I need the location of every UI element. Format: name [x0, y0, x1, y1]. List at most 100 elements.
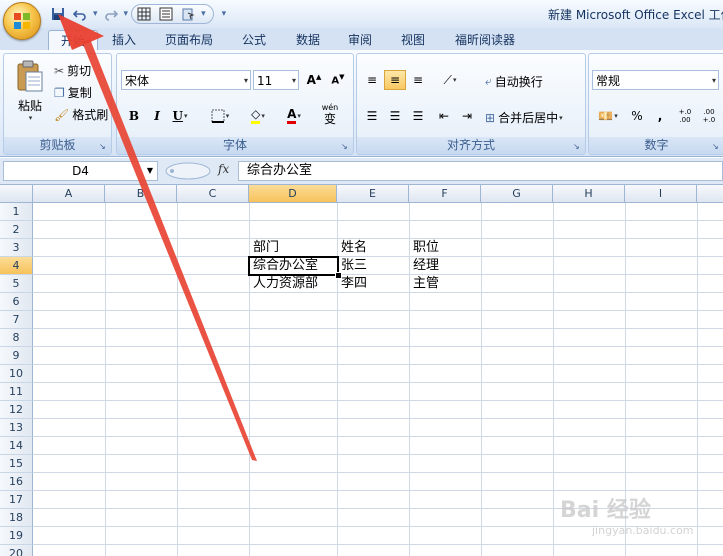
- percent-button[interactable]: %: [626, 106, 648, 126]
- undo-dropdown-icon[interactable]: ▾: [93, 9, 98, 19]
- align-bottom-button[interactable]: ≡: [407, 70, 429, 90]
- row-header-7[interactable]: 7: [0, 311, 33, 329]
- customize-qat-icon[interactable]: ▾: [222, 9, 227, 19]
- office-button[interactable]: [3, 2, 41, 40]
- bold-button[interactable]: B: [123, 106, 145, 126]
- insert-function-button[interactable]: fx: [218, 162, 229, 176]
- phonetic-button[interactable]: wén 变: [313, 102, 347, 128]
- column-header-d[interactable]: D: [249, 185, 337, 203]
- row-header-10[interactable]: 10: [0, 365, 33, 383]
- decrease-indent-button[interactable]: ⇤: [433, 106, 455, 126]
- paste-dropdown-icon[interactable]: ▾: [29, 114, 33, 122]
- formula-bar-handle-icon[interactable]: [162, 161, 212, 181]
- row-header-19[interactable]: 19: [0, 527, 33, 545]
- font-size-select[interactable]: 11 ▾: [253, 70, 299, 90]
- tab-formulas[interactable]: 公式: [234, 30, 274, 50]
- row-header-17[interactable]: 17: [0, 491, 33, 509]
- align-right-button[interactable]: ☰: [407, 106, 429, 126]
- merge-center-button[interactable]: ⊞ 合并后居中 ▾: [485, 109, 563, 126]
- increase-decimal-button[interactable]: +.0 .00: [673, 106, 697, 126]
- redo-dropdown-icon[interactable]: ▾: [124, 9, 129, 19]
- row-header-4[interactable]: 4: [0, 257, 33, 275]
- increase-indent-button[interactable]: ⇥: [456, 106, 478, 126]
- underline-button[interactable]: U ▾: [169, 106, 191, 126]
- select-all-corner[interactable]: [0, 185, 33, 203]
- row-header-11[interactable]: 11: [0, 383, 33, 401]
- formula-input[interactable]: 综合办公室: [238, 161, 723, 181]
- column-header-h[interactable]: H: [553, 185, 625, 203]
- tab-page-layout[interactable]: 页面布局: [158, 30, 220, 50]
- cut-button[interactable]: ✂ 剪切: [54, 62, 91, 79]
- cell-f3[interactable]: 职位: [410, 239, 439, 257]
- align-icon[interactable]: [156, 4, 176, 24]
- grow-font-button[interactable]: A▲: [303, 70, 325, 90]
- italic-button[interactable]: I: [146, 106, 168, 126]
- alignment-launcher-icon[interactable]: ↘: [573, 142, 582, 151]
- row-header-13[interactable]: 13: [0, 419, 33, 437]
- wrap-text-button[interactable]: ⤶ 自动换行: [485, 73, 543, 90]
- row-header-3[interactable]: 3: [0, 239, 33, 257]
- row-header-18[interactable]: 18: [0, 509, 33, 527]
- row-header-8[interactable]: 8: [0, 329, 33, 347]
- row-header-14[interactable]: 14: [0, 437, 33, 455]
- align-center-button[interactable]: ☰: [384, 106, 406, 126]
- shrink-font-button[interactable]: A▼: [327, 70, 349, 90]
- touch-icon[interactable]: [178, 4, 198, 24]
- clipboard-launcher-icon[interactable]: ↘: [99, 142, 108, 151]
- tab-foxit-reader[interactable]: 福昕阅读器: [447, 30, 523, 50]
- paste-button[interactable]: 粘贴 ▾: [10, 59, 50, 122]
- tab-view[interactable]: 视图: [393, 30, 433, 50]
- decrease-decimal-button[interactable]: .00 +.0: [697, 106, 721, 126]
- cell-e5[interactable]: 李四: [338, 275, 367, 293]
- column-header-g[interactable]: G: [481, 185, 553, 203]
- cell-e3[interactable]: 姓名: [338, 239, 367, 257]
- column-header-i[interactable]: I: [625, 185, 697, 203]
- name-box[interactable]: D4 ▼: [3, 161, 158, 181]
- row-header-16[interactable]: 16: [0, 473, 33, 491]
- comma-button[interactable]: ,: [649, 106, 671, 126]
- number-launcher-icon[interactable]: ↘: [712, 142, 721, 151]
- font-color-button[interactable]: A ▾: [277, 106, 311, 126]
- column-header-e[interactable]: E: [337, 185, 409, 203]
- column-header-next[interactable]: [697, 185, 723, 203]
- cell-d3[interactable]: 部门: [250, 239, 279, 257]
- tab-home[interactable]: 开始: [48, 30, 98, 51]
- row-header-2[interactable]: 2: [0, 221, 33, 239]
- font-launcher-icon[interactable]: ↘: [341, 142, 350, 151]
- orientation-button[interactable]: ⟋ ▾: [435, 70, 465, 90]
- align-top-button[interactable]: ≡: [361, 70, 383, 90]
- row-header-1[interactable]: 1: [0, 203, 33, 221]
- row-header-5[interactable]: 5: [0, 275, 33, 293]
- borders-icon[interactable]: [134, 4, 154, 24]
- cell-e4[interactable]: 张三: [338, 257, 367, 275]
- borders-button[interactable]: ▾: [203, 106, 237, 126]
- cell-f5[interactable]: 主管: [410, 275, 439, 293]
- tab-review[interactable]: 审阅: [340, 30, 380, 50]
- align-middle-button[interactable]: ≡: [384, 70, 406, 90]
- cell-f4[interactable]: 经理: [410, 257, 439, 275]
- align-left-button[interactable]: ☰: [361, 106, 383, 126]
- tab-insert[interactable]: 插入: [104, 30, 144, 50]
- font-name-select[interactable]: 宋体 ▾: [121, 70, 251, 90]
- column-header-b[interactable]: B: [105, 185, 177, 203]
- column-header-a[interactable]: A: [33, 185, 105, 203]
- row-header-20[interactable]: 20: [0, 545, 33, 556]
- currency-button[interactable]: 💴 ▾: [593, 106, 623, 126]
- row-header-12[interactable]: 12: [0, 401, 33, 419]
- row-header-6[interactable]: 6: [0, 293, 33, 311]
- format-painter-button[interactable]: 🖌 格式刷: [54, 106, 108, 123]
- number-format-select[interactable]: 常规 ▾: [592, 70, 719, 90]
- column-header-c[interactable]: C: [177, 185, 249, 203]
- copy-button[interactable]: ❐ 复制: [54, 84, 92, 101]
- redo-icon[interactable]: [101, 4, 121, 24]
- qat-pill-dropdown-icon[interactable]: ▾: [201, 9, 206, 19]
- row-header-9[interactable]: 9: [0, 347, 33, 365]
- tab-data[interactable]: 数据: [288, 30, 328, 50]
- cell-d5[interactable]: 人力资源部: [250, 275, 318, 293]
- undo-icon[interactable]: [70, 4, 90, 24]
- fill-handle[interactable]: [335, 272, 342, 279]
- column-header-f[interactable]: F: [409, 185, 481, 203]
- save-icon[interactable]: [48, 4, 68, 24]
- row-header-15[interactable]: 15: [0, 455, 33, 473]
- fill-color-button[interactable]: ◇ ▾: [241, 106, 275, 126]
